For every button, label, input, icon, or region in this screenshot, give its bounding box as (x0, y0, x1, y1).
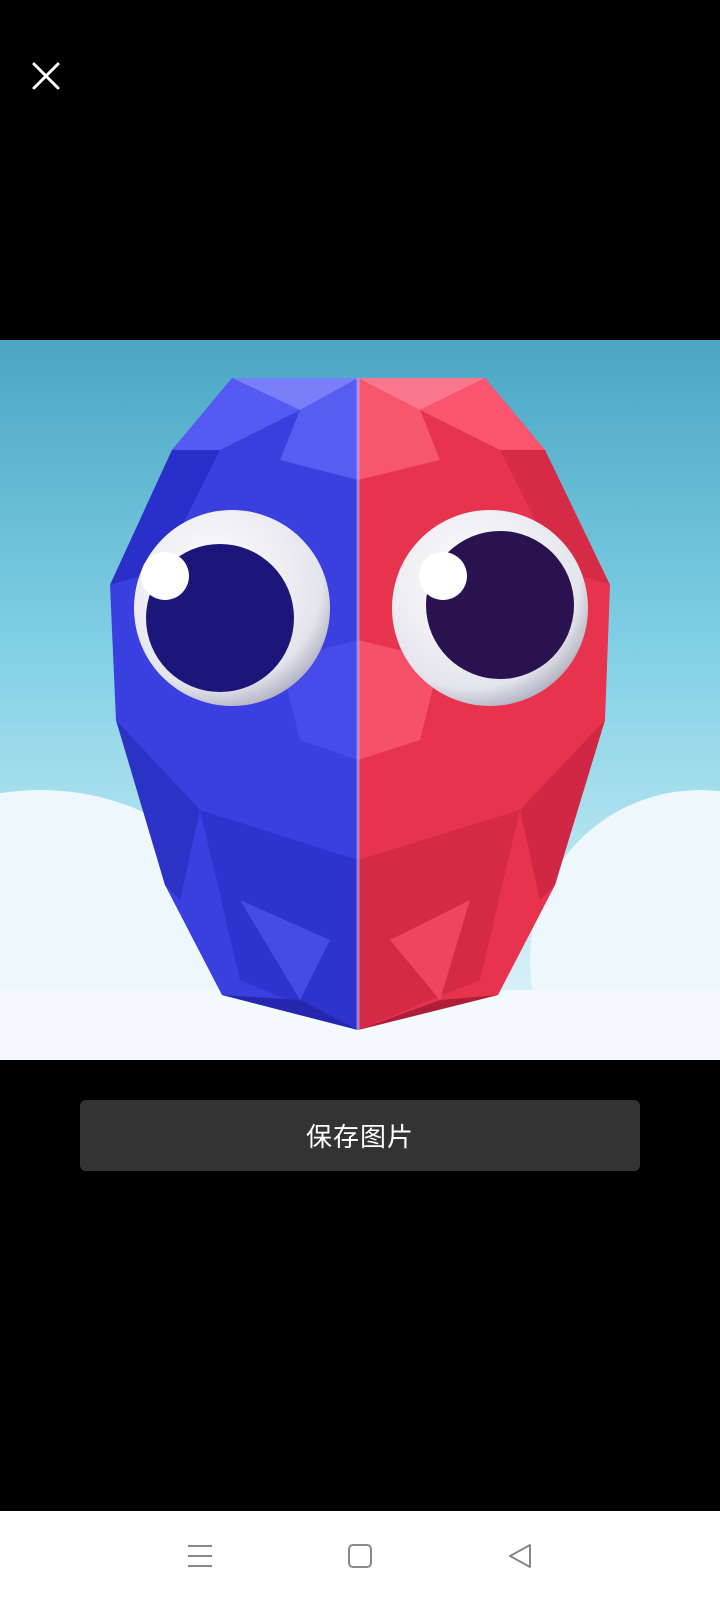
nav-menu-button[interactable] (160, 1526, 240, 1586)
close-icon (32, 62, 60, 90)
gem-face-illustration (0, 340, 720, 1060)
preview-image[interactable] (0, 340, 720, 1060)
image-preview-screen: 保存图片 (0, 0, 720, 1600)
menu-icon (188, 1544, 212, 1567)
system-navigation-bar (0, 1511, 720, 1600)
close-button[interactable] (22, 52, 70, 100)
back-triangle-icon (509, 1543, 531, 1568)
home-square-icon (348, 1543, 372, 1568)
nav-home-button[interactable] (320, 1526, 400, 1586)
nav-back-button[interactable] (480, 1526, 560, 1586)
save-image-button[interactable]: 保存图片 (80, 1100, 640, 1171)
